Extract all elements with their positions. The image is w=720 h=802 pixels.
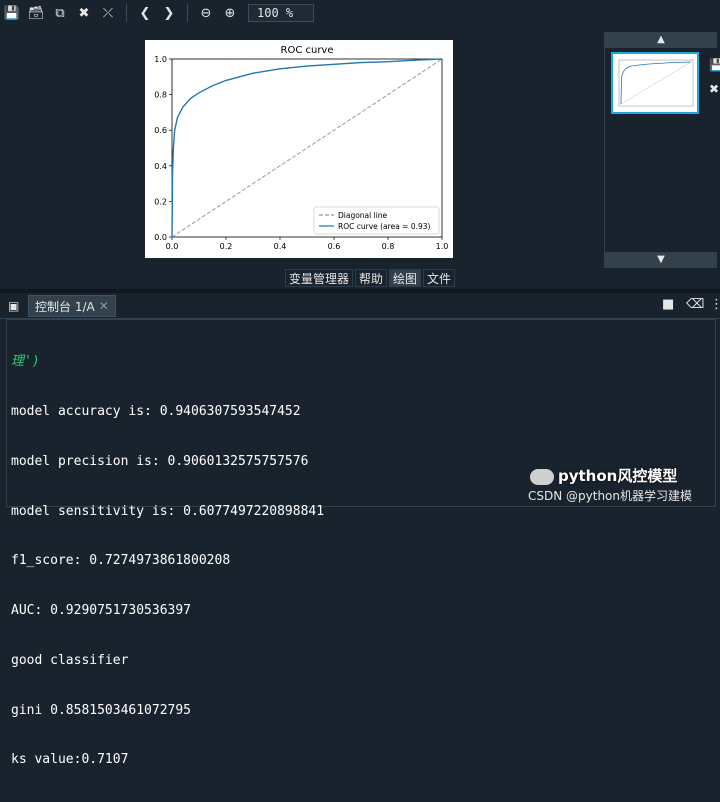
toolbar-separator	[187, 4, 188, 22]
panel-icon[interactable]: ▣	[8, 299, 19, 313]
close-all-icon[interactable]: ⤫	[96, 2, 120, 24]
console-line: 理')	[11, 354, 40, 370]
legend-label: ROC curve (area = 0.93)	[338, 222, 431, 231]
watermark: python风控模型	[530, 465, 677, 486]
roc-chart: ROC curve 0.0 0.2 0.4 0.6 0.8 1.0 0.0 0.2 0.4 0.6 0…	[154, 45, 449, 251]
y-tick-label: 0.4	[154, 162, 167, 171]
console-header: ▣ 控制台 1/A ✕ ■ ⌫ ⋮	[0, 294, 720, 319]
pane-divider[interactable]	[0, 289, 720, 293]
eraser-icon[interactable]: ⌫	[686, 297, 704, 312]
save-all-icon[interactable]: 🗃	[24, 2, 48, 24]
y-tick-label: 0.2	[154, 197, 167, 206]
toolbar-separator	[126, 4, 127, 22]
y-tick-label: 0.6	[154, 126, 167, 135]
x-tick-label: 0.0	[166, 242, 179, 251]
close-icon[interactable]: ✖	[72, 2, 96, 24]
close-icon[interactable]: ✕	[99, 299, 109, 313]
console-line: f1_score: 0.7274973861800208	[11, 553, 231, 569]
back-icon[interactable]: ❮	[133, 2, 157, 24]
console-line: model sensitivity is: 0.6077497220898841	[11, 503, 325, 519]
console-line: AUC: 0.9290751730536397	[11, 603, 192, 619]
plot-area: ROC curve 0.0 0.2 0.4 0.6 0.8 1.0 0.0 0.2 0.4 0.6 0…	[0, 26, 596, 294]
tab-help[interactable]: 帮助	[355, 269, 388, 287]
thumbnail-panel: ▲ 💾 ✖ ▼	[604, 32, 720, 268]
console-line: model accuracy is: 0.9406307593547452	[11, 403, 301, 419]
menu-icon[interactable]: ⋮	[710, 297, 720, 312]
thumbnail-graphic	[618, 59, 694, 107]
chart-title: ROC curve	[281, 45, 334, 56]
console-line: model precision is: 0.9060132575757576	[11, 453, 309, 469]
zoom-out-icon[interactable]: ⊖	[194, 2, 218, 24]
roc-figure: ROC curve 0.0 0.2 0.4 0.6 0.8 1.0 0.0 0.2 0.4 0.6 0…	[145, 40, 453, 258]
y-tick-label: 0.0	[154, 233, 167, 242]
scroll-down-icon[interactable]: ▼	[605, 252, 717, 268]
x-tick-label: 0.2	[220, 242, 233, 251]
credit-text: CSDN @python机器学习建模	[528, 489, 693, 503]
console-line: good classifier	[11, 652, 129, 668]
scroll-up-icon[interactable]: ▲	[605, 32, 717, 48]
close-icon[interactable]: ✖	[709, 82, 719, 96]
x-tick-label: 0.8	[382, 242, 395, 251]
y-tick-label: 0.8	[154, 91, 167, 100]
tab-plots[interactable]: 绘图	[389, 269, 422, 287]
plot-thumbnail[interactable]	[611, 52, 699, 114]
save-icon[interactable]: 💾	[709, 58, 720, 72]
zoom-in-icon[interactable]: ⊕	[218, 2, 242, 24]
wechat-icon	[530, 468, 554, 485]
y-tick-label: 1.0	[154, 55, 167, 64]
console-line: gini 0.8581503461072795	[11, 702, 192, 718]
x-tick-label: 1.0	[436, 242, 449, 251]
console-tab[interactable]: 控制台 1/A ✕	[28, 295, 116, 317]
zoom-input[interactable]: 100 %	[248, 4, 314, 22]
tab-variable-explorer[interactable]: 变量管理器	[285, 269, 354, 287]
plots-toolbar: 💾 🗃 ⧉ ✖ ⤫ ❮ ❯ ⊖ ⊕ 100 %	[0, 0, 720, 26]
forward-icon[interactable]: ❯	[157, 2, 181, 24]
copy-icon[interactable]: ⧉	[48, 2, 72, 24]
save-icon[interactable]: 💾	[0, 2, 24, 24]
console-tab-label: 控制台 1/A	[35, 299, 95, 314]
stop-icon[interactable]: ■	[662, 297, 674, 312]
x-tick-label: 0.4	[274, 242, 287, 251]
legend-label: Diagonal line	[338, 211, 388, 220]
x-tick-label: 0.6	[328, 242, 341, 251]
console-line: ks value:0.7107	[11, 752, 129, 768]
tab-files[interactable]: 文件	[423, 269, 456, 287]
pane-tabs: 变量管理器 帮助 绘图 文件	[285, 269, 456, 287]
